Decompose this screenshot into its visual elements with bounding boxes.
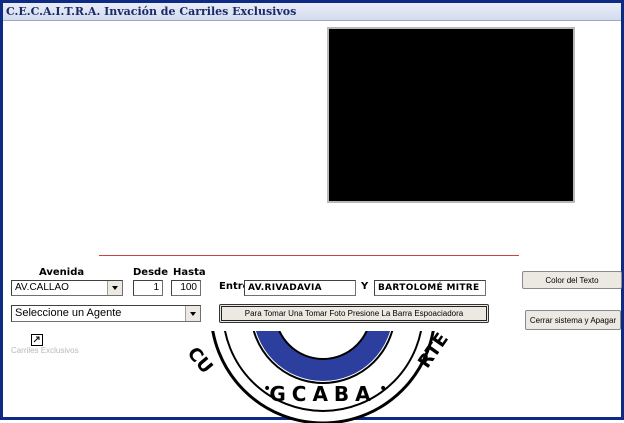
desde-label: Desde bbox=[133, 267, 168, 278]
entre-input[interactable]: AV.RIVADAVIA bbox=[244, 280, 356, 296]
hasta-label: Hasta bbox=[173, 267, 206, 278]
shortcut-icon[interactable] bbox=[31, 334, 43, 346]
text-color-button[interactable]: Color del Texto bbox=[522, 271, 622, 289]
avenida-select[interactable]: AV.CALLAO bbox=[11, 280, 123, 296]
desde-input[interactable]: 1 bbox=[133, 280, 163, 296]
app-window: C.E.C.A.I.T.R.A. Invación de Carriles Ex… bbox=[0, 0, 624, 423]
divider-line bbox=[99, 255, 519, 256]
logo-dot-right-icon: • bbox=[379, 381, 387, 397]
shutdown-button[interactable]: Cerrar sistema y Apagar bbox=[525, 310, 621, 330]
logo-dot-left-icon: • bbox=[263, 381, 271, 397]
camera-preview bbox=[327, 27, 575, 203]
avenida-label: Avenida bbox=[39, 267, 85, 278]
agente-value: Seleccione un Agente bbox=[15, 307, 122, 319]
gcaba-logo: GCABA CU RTE • • bbox=[183, 331, 453, 423]
logo-text: GCABA bbox=[269, 382, 376, 406]
shortcut-caption: Carriles Exclusivos bbox=[11, 346, 79, 355]
avenida-value: AV.CALLAO bbox=[15, 282, 69, 293]
hasta-input[interactable]: 100 bbox=[171, 280, 201, 296]
y-label: Y bbox=[361, 281, 369, 292]
logo-left-text: CU bbox=[183, 343, 217, 378]
take-photo-button[interactable]: Para Tomar Una Tomar Foto Presione La Ba… bbox=[219, 304, 489, 323]
chevron-down-icon[interactable] bbox=[107, 281, 122, 295]
window-title: C.E.C.A.I.T.R.A. Invación de Carriles Ex… bbox=[3, 3, 621, 21]
y-input[interactable]: BARTOLOMÉ MITRE bbox=[374, 280, 486, 296]
agente-select[interactable]: Seleccione un Agente bbox=[11, 305, 201, 322]
chevron-down-icon[interactable] bbox=[185, 306, 200, 321]
